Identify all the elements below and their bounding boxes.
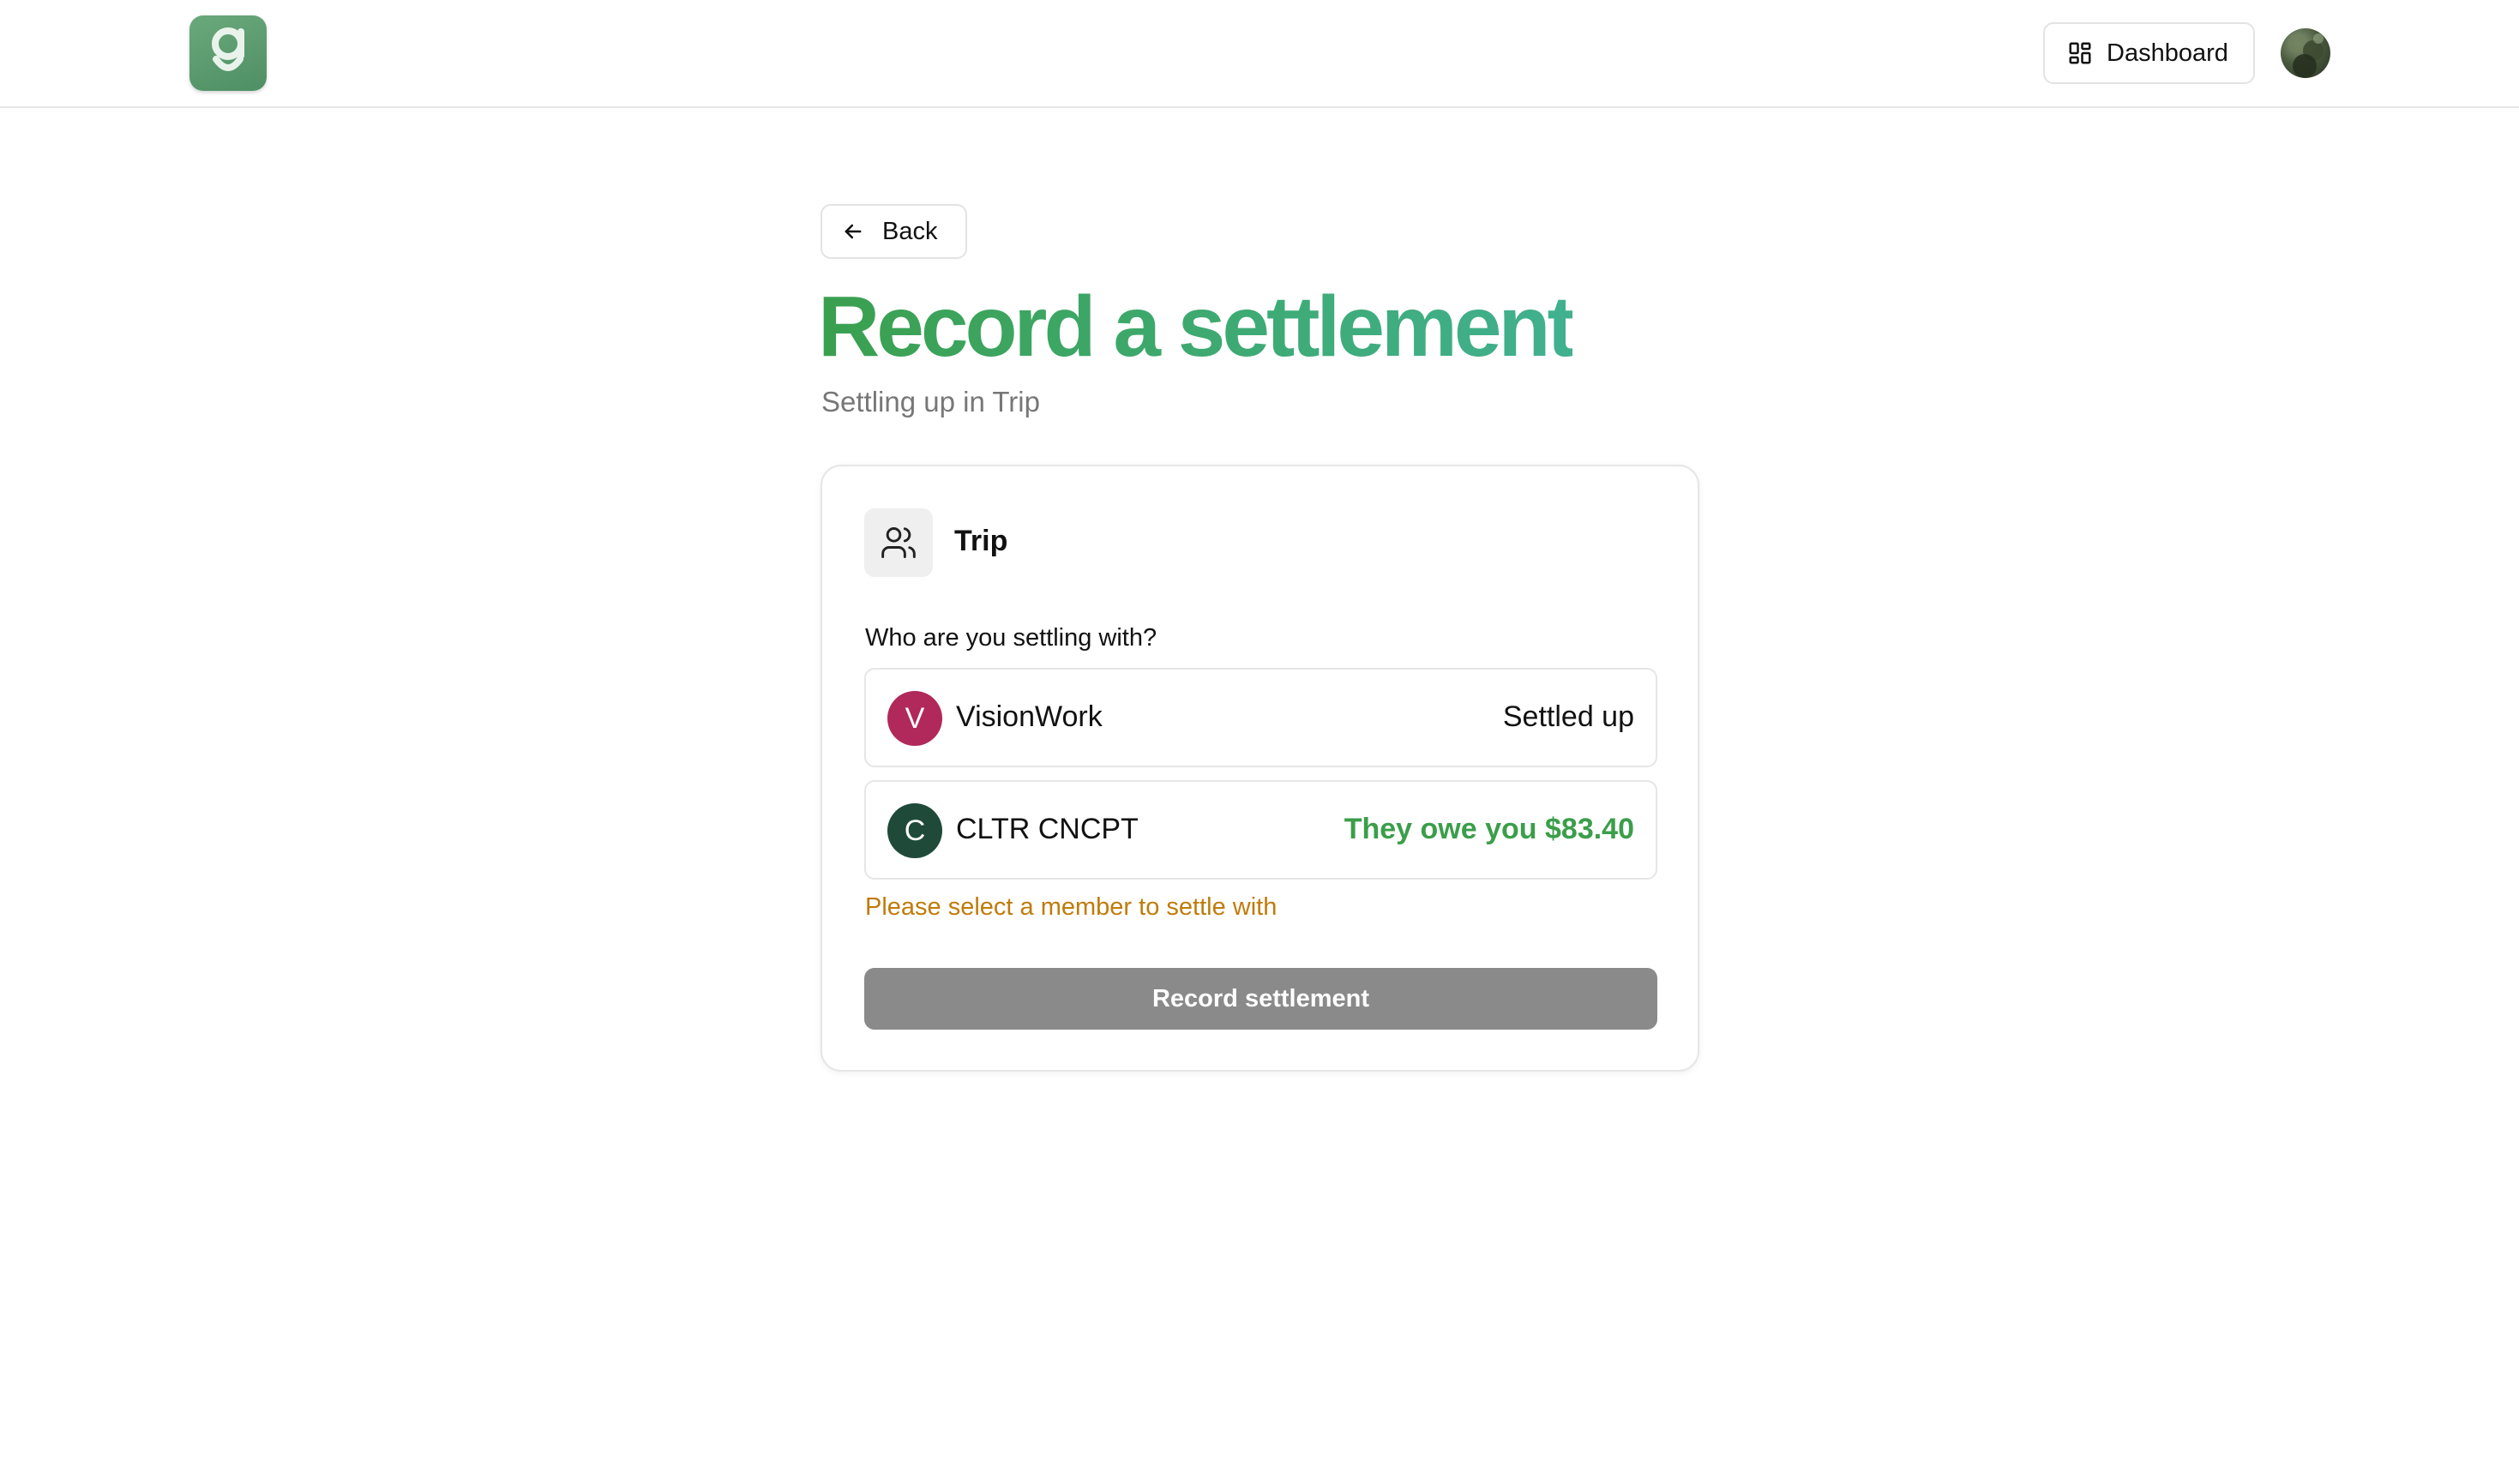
top-navigation: Dashboard [0,0,2519,108]
member-balance-status: They owe you $83.40 [1344,813,1634,845]
group-name: Trip [954,525,1008,557]
avatar-photo [2289,33,2324,78]
member-option-cltr-cncpt[interactable]: C CLTR CNCPT They owe you $83.40 [864,780,1657,880]
page-subtitle: Settling up in Trip [821,386,1040,418]
member-avatar: C [887,803,942,858]
page-title: Record a settlement [818,276,1576,377]
users-icon [881,527,916,558]
member-name: CLTR CNCPT [956,813,1139,845]
member-balance-status: Settled up [1502,700,1634,733]
logo-icon [212,27,244,71]
app-logo[interactable] [189,15,267,91]
member-avatar: V [887,691,942,746]
back-label: Back [882,217,938,245]
settle-with-label: Who are you settling with? [865,624,1157,652]
dashboard-label: Dashboard [2107,39,2228,67]
arrow-left-icon [845,224,862,239]
settlement-card: Trip Who are you settling with? V Vision… [821,465,1699,1072]
user-avatar[interactable] [2281,28,2330,78]
record-settlement-button[interactable]: Record settlement [864,968,1657,1030]
back-button[interactable]: Back [821,204,967,259]
group-icon-container [864,508,933,577]
dashboard-grid-icon [2069,42,2091,64]
member-name: VisionWork [956,700,1103,733]
validation-warning: Please select a member to settle with [865,893,1278,921]
member-option-visionwork[interactable]: V VisionWork Settled up [864,668,1657,767]
dashboard-button[interactable]: Dashboard [2043,22,2255,84]
